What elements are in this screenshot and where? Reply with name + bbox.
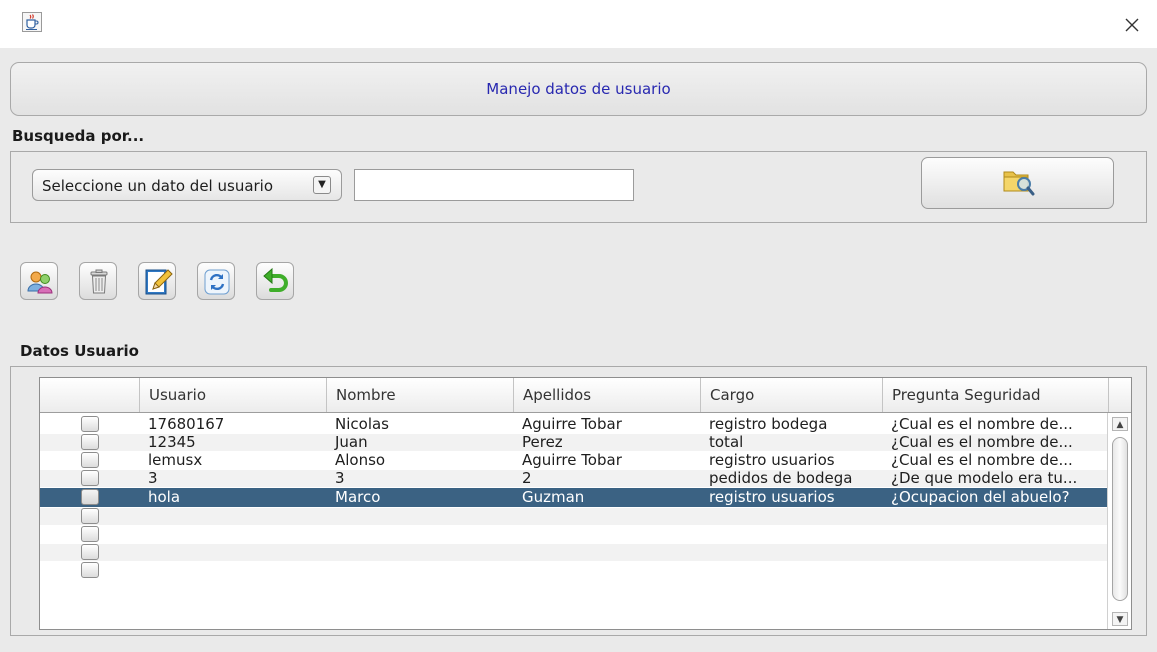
cell-nombre: 3 <box>335 470 345 487</box>
refresh-button[interactable] <box>197 262 235 300</box>
row-checkbox[interactable] <box>81 544 99 560</box>
cell-pregunta: ¿Ocupacion del abuelo? <box>891 489 1070 506</box>
header-panel: Manejo datos de usuario <box>10 62 1147 116</box>
cell-apellidos: Aguirre Tobar <box>522 452 622 469</box>
close-icon[interactable] <box>1121 14 1143 36</box>
folder-search-icon <box>1003 171 1035 196</box>
undo-arrow-icon <box>263 267 288 292</box>
trash-icon <box>90 269 108 294</box>
cell-nombre: Nicolas <box>335 416 389 433</box>
cell-usuario: 12345 <box>148 434 196 451</box>
cell-pregunta: ¿Cual es el nombre de... <box>891 452 1073 469</box>
table-vertical-scrollbar[interactable]: ▲ ▼ <box>1107 413 1131 629</box>
table-row-empty[interactable] <box>40 562 1109 579</box>
cell-apellidos: Perez <box>522 434 563 451</box>
cell-cargo: registro usuarios <box>709 452 835 469</box>
add-users-button[interactable] <box>20 262 58 300</box>
table-row[interactable]: lemusx Alonso Aguirre Tobar registro usu… <box>40 452 1109 469</box>
table-row-empty[interactable] <box>40 526 1109 543</box>
cell-cargo: registro usuarios <box>709 489 835 506</box>
cell-usuario: 3 <box>148 470 158 487</box>
edit-pencil-icon <box>145 269 173 295</box>
cell-cargo: registro bodega <box>709 416 828 433</box>
users-table: Usuario Nombre Apellidos Cargo Pregunta … <box>39 377 1132 630</box>
cell-pregunta: ¿De que modelo era tu... <box>891 470 1078 487</box>
cell-cargo: total <box>709 434 744 451</box>
table-row[interactable]: 3 3 2 pedidos de bodega ¿De que modelo e… <box>40 470 1109 487</box>
scroll-thumb[interactable] <box>1112 437 1128 601</box>
scroll-down-icon[interactable]: ▼ <box>1112 612 1128 626</box>
cell-nombre: Juan <box>335 434 368 451</box>
refresh-icon <box>204 269 230 295</box>
undo-button[interactable] <box>256 262 294 300</box>
cell-apellidos: Guzman <box>522 489 585 506</box>
chevron-down-icon[interactable]: ▼ <box>313 176 331 194</box>
search-section-label: Busqueda por... <box>12 127 145 145</box>
java-cup-icon <box>22 12 42 32</box>
column-header-nombre[interactable]: Nombre <box>327 378 514 412</box>
column-header-cargo[interactable]: Cargo <box>701 378 883 412</box>
cell-pregunta: ¿Cual es el nombre de... <box>891 434 1073 451</box>
column-header-select[interactable] <box>40 378 140 412</box>
table-body: 17680167 Nicolas Aguirre Tobar registro … <box>40 413 1109 629</box>
cell-nombre: Marco <box>335 489 381 506</box>
table-row-empty[interactable] <box>40 544 1109 561</box>
table-row-empty[interactable] <box>40 508 1109 525</box>
edit-button[interactable] <box>138 262 176 300</box>
column-header-apellidos[interactable]: Apellidos <box>514 378 701 412</box>
column-header-usuario[interactable]: Usuario <box>140 378 327 412</box>
cell-nombre: Alonso <box>335 452 386 469</box>
cell-cargo: pedidos de bodega <box>709 470 853 487</box>
window-content: Manejo datos de usuario Busqueda por... … <box>0 48 1157 652</box>
row-checkbox[interactable] <box>81 562 99 578</box>
search-input[interactable] <box>354 169 634 201</box>
row-checkbox[interactable] <box>81 489 99 505</box>
column-header-pregunta[interactable]: Pregunta Seguridad <box>883 378 1109 412</box>
row-checkbox[interactable] <box>81 508 99 524</box>
table-section-label: Datos Usuario <box>20 342 139 360</box>
cell-apellidos: 2 <box>522 470 532 487</box>
row-checkbox[interactable] <box>81 452 99 468</box>
cell-usuario: 17680167 <box>148 416 225 433</box>
cell-pregunta: ¿Cual es el nombre de... <box>891 416 1073 433</box>
table-row[interactable]: 12345 Juan Perez total ¿Cual es el nombr… <box>40 434 1109 451</box>
row-checkbox[interactable] <box>81 526 99 542</box>
table-row[interactable]: 17680167 Nicolas Aguirre Tobar registro … <box>40 416 1109 433</box>
search-panel: Seleccione un dato del usuario ▼ <box>10 151 1147 223</box>
cell-usuario: lemusx <box>148 452 203 469</box>
scroll-up-icon[interactable]: ▲ <box>1112 417 1128 431</box>
cell-apellidos: Aguirre Tobar <box>522 416 622 433</box>
page-title: Manejo datos de usuario <box>486 80 671 98</box>
table-header: Usuario Nombre Apellidos Cargo Pregunta … <box>40 378 1131 413</box>
search-button[interactable] <box>921 157 1114 209</box>
users-icon <box>27 271 53 294</box>
table-row-selected[interactable]: hola Marco Guzman registro usuarios ¿Ocu… <box>40 488 1109 507</box>
row-checkbox[interactable] <box>81 416 99 432</box>
table-panel: Usuario Nombre Apellidos Cargo Pregunta … <box>10 366 1147 636</box>
search-field-select[interactable]: Seleccione un dato del usuario ▼ <box>32 169 342 201</box>
cell-usuario: hola <box>148 489 181 506</box>
search-field-select-value: Seleccione un dato del usuario <box>42 177 274 195</box>
window-titlebar <box>0 0 1157 48</box>
row-checkbox[interactable] <box>81 470 99 486</box>
delete-button[interactable] <box>79 262 117 300</box>
row-checkbox[interactable] <box>81 434 99 450</box>
